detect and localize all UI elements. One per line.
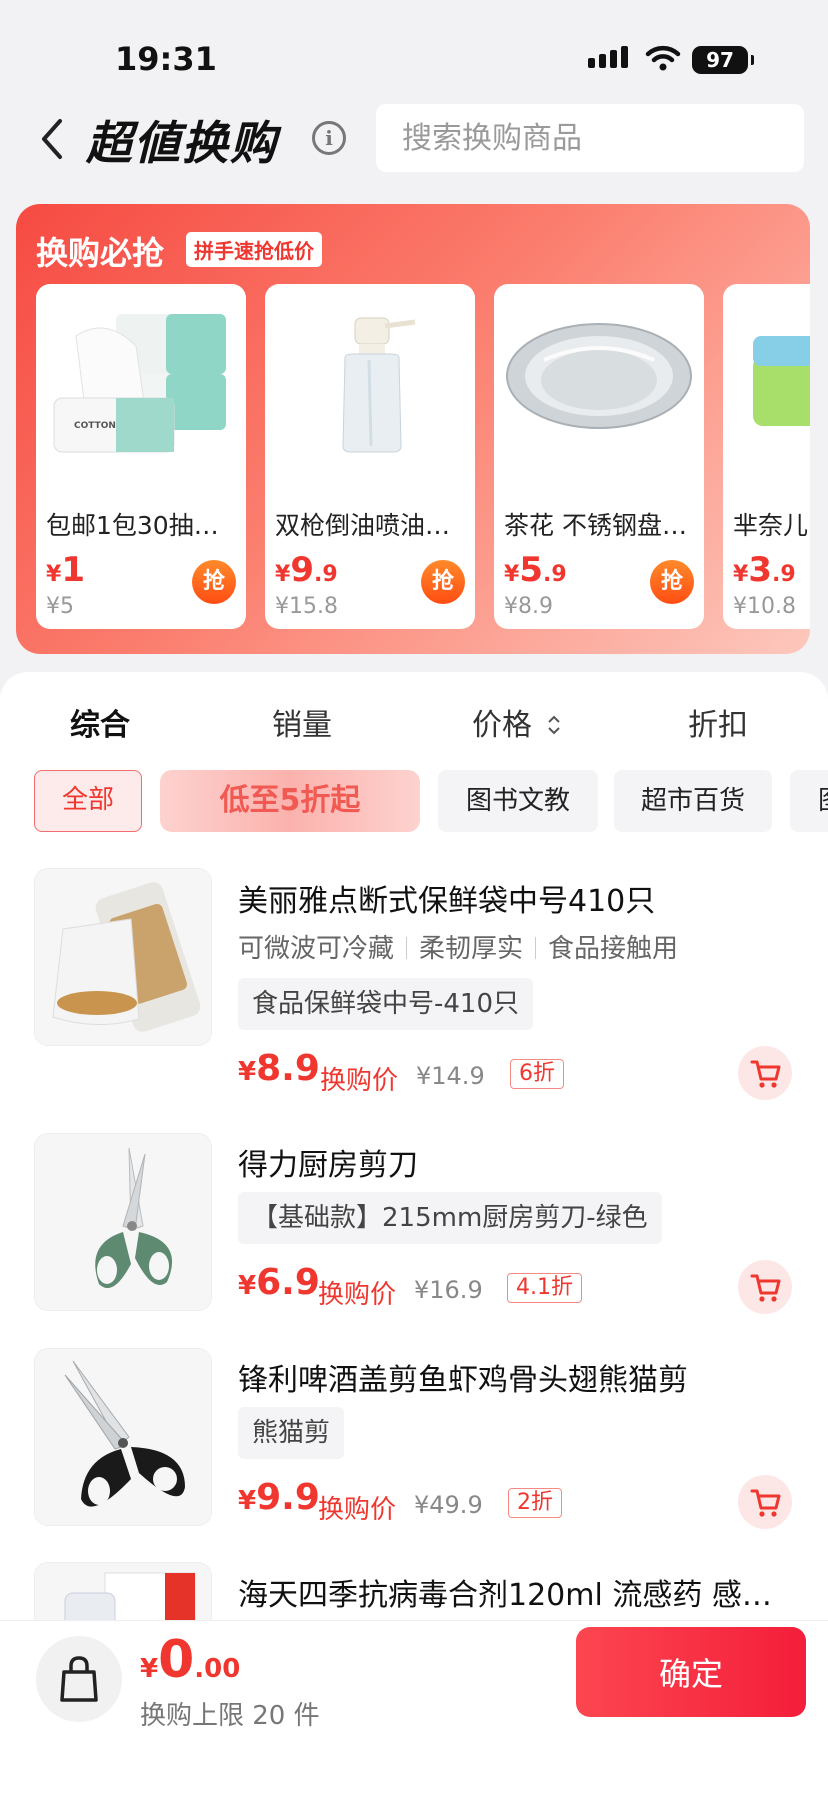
discount-badge: 2折 [508, 1488, 562, 1518]
promo-card-price: ¥5.9 [504, 550, 567, 590]
original-price: ¥16.9 [414, 1276, 483, 1304]
promo-card[interactable]: 双枪倒油喷油… ¥9.9 ¥15.8 抢 [265, 284, 475, 629]
product-name: 锋利啤酒盖剪鱼虾鸡骨头翅熊猫剪 [238, 1363, 688, 1398]
add-to-cart-button[interactable] [738, 1475, 792, 1529]
promo-card-price: ¥1 [46, 550, 85, 590]
cart-icon [750, 1489, 781, 1517]
sort-tab-price[interactable]: 价格 [472, 700, 562, 744]
cellular-signal-icon [588, 46, 628, 68]
product-spec[interactable]: 食品保鲜袋中号-410只 [238, 978, 534, 1030]
discount-badge: 4.1折 [507, 1273, 582, 1303]
sort-updown-icon [547, 715, 560, 735]
product-feature: 可微波可冷藏 [238, 934, 395, 964]
promo-card-name: 双枪倒油喷油… [275, 511, 451, 540]
cart-icon [750, 1274, 781, 1302]
add-to-cart-button[interactable] [738, 1046, 792, 1100]
back-arrow-icon[interactable] [38, 115, 68, 163]
promo-card[interactable]: COTTON 包邮1包30抽… ¥1 ¥5 抢 [36, 284, 246, 629]
grab-button[interactable]: 抢 [421, 560, 465, 604]
product-spec[interactable]: 【基础款】215mm厨房剪刀-绿色 [238, 1192, 662, 1244]
promo-card-name: 芈奈儿 [733, 511, 809, 540]
product-price: ¥8.9 [238, 1048, 320, 1089]
original-price: ¥49.9 [414, 1491, 483, 1519]
chip-more[interactable]: 图 [790, 770, 828, 832]
promo-card-original-price: ¥8.9 [504, 594, 553, 619]
promo-card-price: ¥3.9 [733, 550, 796, 590]
add-to-cart-button[interactable] [738, 1260, 792, 1314]
sort-tab-comprehensive[interactable]: 综合 [70, 700, 130, 744]
status-bar: 19:31 97 [0, 0, 828, 90]
price-label: 换购价 [318, 1495, 397, 1525]
shopping-bag-icon [60, 1656, 98, 1702]
purchase-limit: 换购上限 20 件 [140, 1701, 320, 1731]
promo-card[interactable]: 芈奈儿 ¥3.9 ¥10.8 [723, 284, 810, 629]
product-feature: 食品接触用 [523, 934, 678, 964]
price-label: 换购价 [318, 1280, 397, 1310]
svg-text:COTTON: COTTON [74, 421, 116, 431]
promo-tag: 拼手速抢低价 [186, 232, 322, 267]
product-feature: 柔韧厚实 [394, 934, 523, 964]
food-bag-image [52, 882, 201, 1032]
chip-all[interactable]: 全部 [34, 770, 142, 832]
product-features: 可微波可冷藏 柔韧厚实 食品接触用 [238, 928, 678, 965]
product-name: 美丽雅点断式保鲜袋中号410只 [238, 884, 656, 919]
total-price: ¥0.00 [140, 1630, 241, 1690]
product-thumbnail [34, 868, 212, 1046]
sort-tab-sales[interactable]: 销量 [272, 700, 332, 744]
wipes-pack-image [753, 336, 810, 426]
discount-badge: 6折 [510, 1059, 564, 1089]
promo-card-name: 茶花 不锈钢盘… [504, 511, 687, 540]
sort-tab-discount[interactable]: 折扣 [688, 700, 748, 744]
confirm-button[interactable]: 确定 [576, 1627, 806, 1717]
product-name: 海天四季抗病毒合剂120ml 流感药 感… [238, 1578, 772, 1613]
cart-icon [750, 1060, 781, 1088]
search-input[interactable] [376, 104, 804, 172]
panda-scissors-image [64, 1360, 185, 1507]
chip-half-price[interactable]: 低至5折起 [160, 770, 420, 832]
info-icon[interactable]: i [312, 121, 346, 155]
oil-bottle-image [342, 317, 416, 453]
shopping-bag-button[interactable] [36, 1636, 122, 1722]
chip-books[interactable]: 图书文教 [438, 770, 598, 832]
product-spec[interactable]: 熊猫剪 [238, 1407, 345, 1459]
promo-card-original-price: ¥15.8 [275, 594, 338, 619]
promo-card[interactable]: 茶花 不锈钢盘… ¥5.9 ¥8.9 抢 [494, 284, 704, 629]
product-price: ¥6.9 [238, 1262, 320, 1303]
promo-card-price: ¥9.9 [275, 550, 338, 590]
product-thumbnail [34, 1348, 212, 1526]
promo-title: 换购必抢 [36, 234, 165, 272]
product-price: ¥9.9 [238, 1477, 320, 1518]
promo-card-original-price: ¥5 [46, 594, 74, 619]
steel-plate-image [506, 323, 692, 429]
grab-button[interactable]: 抢 [192, 560, 236, 604]
original-price: ¥14.9 [416, 1062, 485, 1090]
promo-banner: 换购必抢 拼手速抢低价 COTTON 包邮1包30抽… ¥1 ¥5 抢 双枪倒油… [16, 204, 810, 654]
kitchen-scissors-green-image [95, 1147, 173, 1289]
price-label: 换购价 [320, 1066, 399, 1096]
product-thumbnail [34, 1133, 212, 1311]
product-name: 得力厨房剪刀 [238, 1148, 418, 1183]
status-time: 19:31 [115, 40, 217, 78]
page-title: 超値换购 [86, 116, 278, 170]
wifi-icon [645, 45, 681, 71]
promo-card-name: 包邮1包30抽… [46, 511, 219, 540]
grab-button[interactable]: 抢 [650, 560, 694, 604]
promo-card-original-price: ¥10.8 [733, 594, 796, 619]
battery-icon: 97 [692, 46, 754, 74]
tissue-pack-image: COTTON [53, 314, 226, 453]
sort-tab-price-label: 价格 [472, 708, 532, 743]
chip-supermarket[interactable]: 超市百货 [614, 770, 772, 832]
